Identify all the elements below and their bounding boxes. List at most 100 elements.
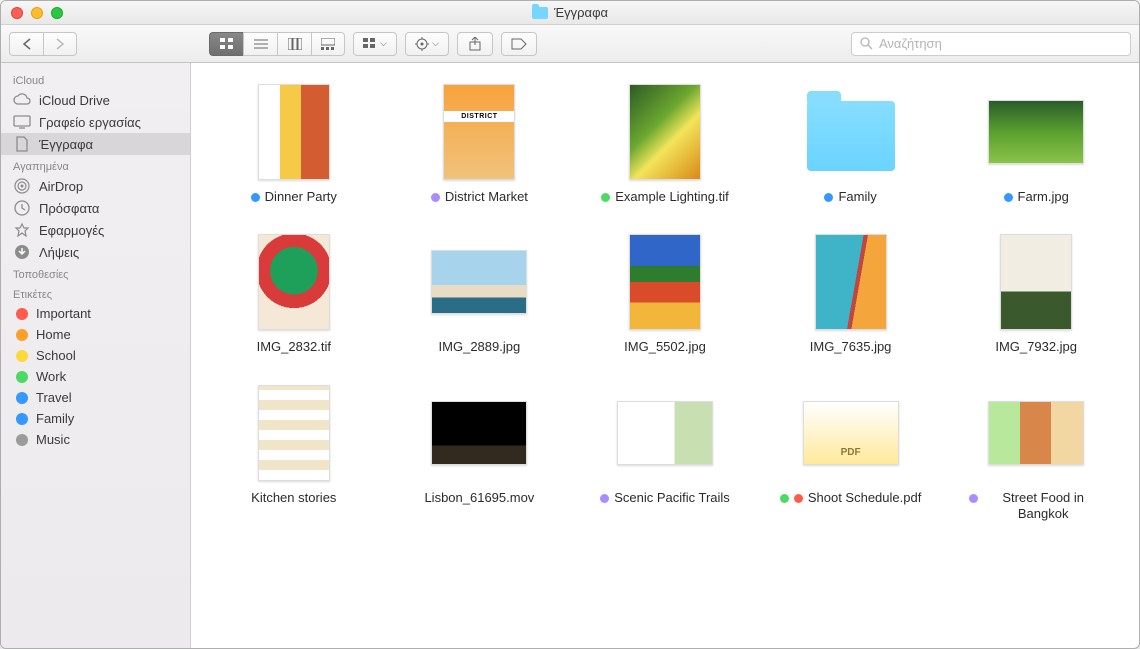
file-tag-dot xyxy=(780,494,789,503)
sidebar-item-label: Λήψεις xyxy=(39,245,79,260)
sidebar-item[interactable]: Εφαρμογές xyxy=(1,219,190,241)
search-input[interactable]: Αναζήτηση xyxy=(851,32,1131,56)
file-name: Street Food in Bangkok xyxy=(969,490,1103,523)
sidebar-section-header: Τοποθεσίες xyxy=(1,263,190,283)
file-item[interactable]: IMG_7932.jpg xyxy=(953,233,1119,355)
file-thumbnail xyxy=(430,384,528,482)
file-item[interactable]: Farm.jpg xyxy=(953,83,1119,205)
file-grid: Dinner Party DISTRICT District Market Examp… xyxy=(211,83,1119,522)
nav-group xyxy=(9,32,77,56)
share-button[interactable] xyxy=(457,32,493,56)
file-thumbnail: PDF xyxy=(802,384,900,482)
sidebar-item-label: School xyxy=(36,348,76,363)
sidebar-item-label: Family xyxy=(36,411,74,426)
file-thumbnail xyxy=(987,233,1085,331)
sidebar-item-label: Travel xyxy=(36,390,72,405)
titlebar[interactable]: Έγγραφα xyxy=(1,1,1139,25)
icon-view-button[interactable] xyxy=(209,32,243,56)
sidebar-item-label: Music xyxy=(36,432,70,447)
file-item[interactable]: PDF Shoot Schedule.pdf xyxy=(768,384,934,523)
file-name: Shoot Schedule.pdf xyxy=(780,490,921,506)
file-tag-dot xyxy=(1004,193,1013,202)
sidebar-item-label: AirDrop xyxy=(39,179,83,194)
sidebar-item[interactable]: Πρόσφατα xyxy=(1,197,190,219)
column-view-button[interactable] xyxy=(277,32,311,56)
file-item[interactable]: Lisbon_61695.mov xyxy=(397,384,563,523)
file-thumbnail xyxy=(430,233,528,331)
chevron-down-icon: ⌵ xyxy=(432,38,439,49)
cloud-icon xyxy=(13,92,31,108)
search-placeholder: Αναζήτηση xyxy=(879,36,942,51)
file-thumbnail: DISTRICT xyxy=(430,83,528,181)
file-name: IMG_7635.jpg xyxy=(810,339,892,355)
sidebar-item[interactable]: Music xyxy=(1,429,190,450)
file-name: IMG_2889.jpg xyxy=(439,339,521,355)
downloads-icon xyxy=(13,244,31,260)
forward-button[interactable] xyxy=(43,32,77,56)
sidebar-item[interactable]: iCloud Drive xyxy=(1,89,190,111)
chevron-down-icon: ⌵ xyxy=(380,38,387,49)
window-title: Έγγραφα xyxy=(1,5,1139,20)
doc-icon xyxy=(13,136,31,152)
sidebar-item[interactable]: Έγγραφα xyxy=(1,133,190,155)
file-name: Lisbon_61695.mov xyxy=(424,490,534,506)
file-thumbnail xyxy=(987,83,1085,181)
sidebar-item[interactable]: AirDrop xyxy=(1,175,190,197)
file-name: IMG_5502.jpg xyxy=(624,339,706,355)
sidebar-item[interactable]: Family xyxy=(1,408,190,429)
file-name: Scenic Pacific Trails xyxy=(600,490,730,506)
file-item[interactable]: IMG_5502.jpg xyxy=(582,233,748,355)
sidebar-section-header: Αγαπημένα xyxy=(1,155,190,175)
file-thumbnail xyxy=(616,233,714,331)
file-item[interactable]: Example Lighting.tif xyxy=(582,83,748,205)
sidebar-item[interactable]: Home xyxy=(1,324,190,345)
sidebar: iCloudiCloud DriveΓραφείο εργασίαςΈγγραφ… xyxy=(1,63,191,648)
file-item[interactable]: Scenic Pacific Trails xyxy=(582,384,748,523)
file-name: Farm.jpg xyxy=(1004,189,1069,205)
file-thumbnail xyxy=(987,384,1085,482)
file-tag-dot xyxy=(794,494,803,503)
file-thumbnail xyxy=(245,233,343,331)
file-item[interactable]: Street Food in Bangkok xyxy=(953,384,1119,523)
toolbar: ⌵ ⌵ Αναζήτηση xyxy=(1,25,1139,63)
tag-dot-icon xyxy=(16,371,28,383)
file-item[interactable]: IMG_2832.tif xyxy=(211,233,377,355)
file-thumbnail xyxy=(245,83,343,181)
tags-button[interactable] xyxy=(501,32,537,56)
sidebar-item-label: Important xyxy=(36,306,91,321)
tag-dot-icon xyxy=(16,350,28,362)
arrange-dropdown[interactable]: ⌵ xyxy=(353,32,397,56)
list-view-button[interactable] xyxy=(243,32,277,56)
sidebar-item[interactable]: School xyxy=(1,345,190,366)
file-thumbnail xyxy=(616,384,714,482)
finder-window: Έγγραφα ⌵ ⌵ Αναζήτηση iCloudiCloud Drive… xyxy=(0,0,1140,649)
sidebar-item[interactable]: Travel xyxy=(1,387,190,408)
sidebar-item[interactable]: Λήψεις xyxy=(1,241,190,263)
sidebar-item-label: Εφαρμογές xyxy=(39,223,104,238)
file-item[interactable]: Dinner Party xyxy=(211,83,377,205)
tag-dot-icon xyxy=(16,329,28,341)
tag-dot-icon xyxy=(16,392,28,404)
sidebar-item[interactable]: Work xyxy=(1,366,190,387)
content-area[interactable]: Dinner Party DISTRICT District Market Examp… xyxy=(191,63,1139,648)
tag-dot-icon xyxy=(16,434,28,446)
gallery-view-button[interactable] xyxy=(311,32,345,56)
file-item[interactable]: Family xyxy=(768,83,934,205)
file-tag-dot xyxy=(431,193,440,202)
file-thumbnail xyxy=(616,83,714,181)
file-item[interactable]: IMG_7635.jpg xyxy=(768,233,934,355)
file-item[interactable]: IMG_2889.jpg xyxy=(397,233,563,355)
sidebar-item[interactable]: Important xyxy=(1,303,190,324)
sidebar-item-label: Γραφείο εργασίας xyxy=(39,115,141,130)
file-item[interactable]: DISTRICT District Market xyxy=(397,83,563,205)
window-title-text: Έγγραφα xyxy=(554,5,608,20)
file-name: District Market xyxy=(431,189,528,205)
sidebar-item[interactable]: Γραφείο εργασίας xyxy=(1,111,190,133)
file-name: Family xyxy=(824,189,876,205)
back-button[interactable] xyxy=(9,32,43,56)
action-dropdown[interactable]: ⌵ xyxy=(405,32,449,56)
search-icon xyxy=(860,37,873,50)
folder-icon xyxy=(807,101,895,171)
sidebar-section-header: Ετικέτες xyxy=(1,283,190,303)
file-item[interactable]: Kitchen stories xyxy=(211,384,377,523)
